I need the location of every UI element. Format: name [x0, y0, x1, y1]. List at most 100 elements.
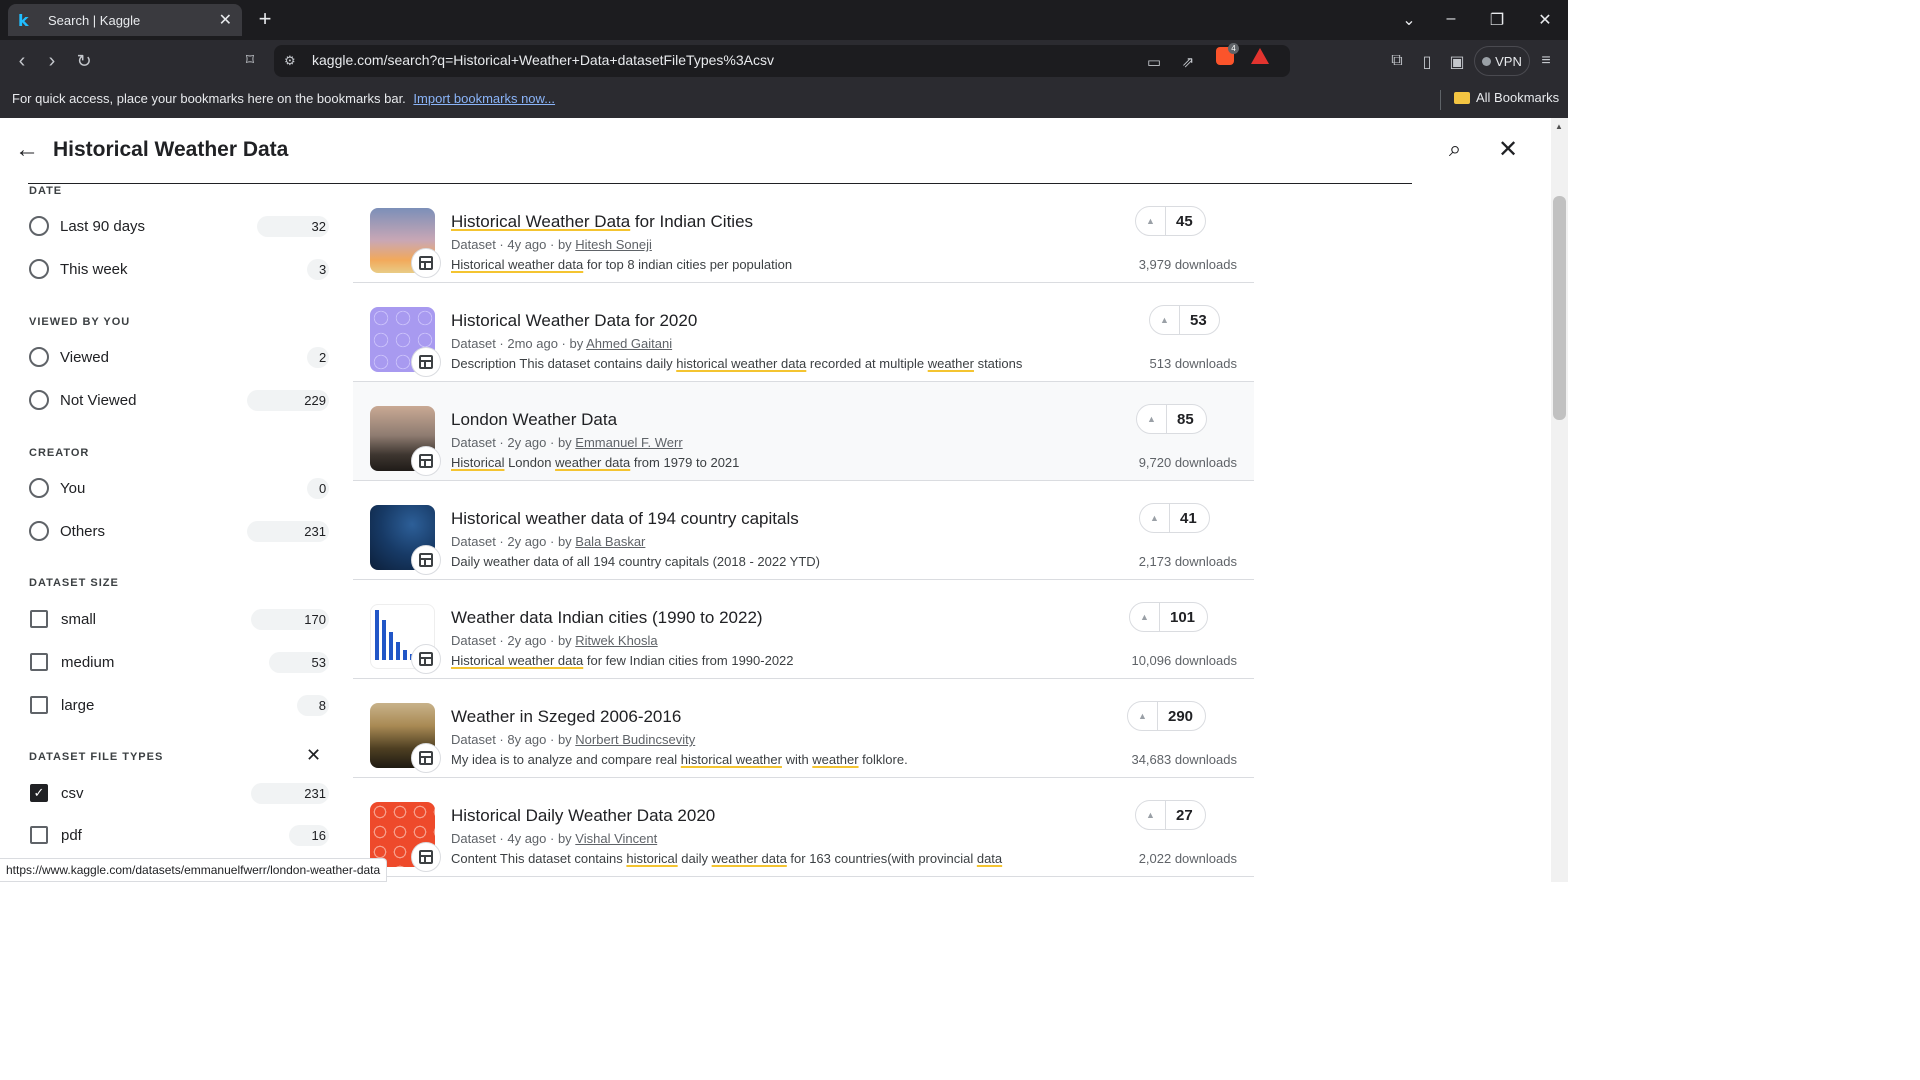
result-title[interactable]: London Weather Data — [451, 410, 617, 430]
upvote-button[interactable]: ▲ 85 — [1136, 404, 1207, 434]
scrollbar-thumb[interactable] — [1553, 196, 1566, 420]
back-nav-icon[interactable]: ‹ — [10, 49, 34, 73]
radio-button[interactable] — [29, 390, 49, 410]
filter-option-last-90-days[interactable]: Last 90 days 32 — [29, 214, 329, 238]
filter-label: small — [61, 610, 97, 628]
vpn-button[interactable]: VPN — [1474, 46, 1530, 76]
close-window-button[interactable]: ✕ — [1535, 10, 1555, 30]
filter-option-viewed[interactable]: Viewed 2 — [29, 345, 329, 369]
upvote-arrow-icon[interactable]: ▲ — [1136, 801, 1166, 829]
upvote-button[interactable]: ▲ 290 — [1127, 701, 1207, 731]
radio-button[interactable] — [29, 259, 49, 279]
upvote-arrow-icon[interactable]: ▲ — [1137, 405, 1167, 433]
result-row[interactable]: Weather data Indian cities (1990 to 2022… — [353, 580, 1254, 679]
result-description: Daily weather data of all 194 country ca… — [451, 554, 821, 569]
filter-option-you[interactable]: You 0 — [29, 476, 329, 500]
radio-button[interactable] — [29, 347, 49, 367]
table-icon — [411, 842, 441, 872]
menu-icon[interactable]: ≡ — [1536, 52, 1556, 70]
restore-button[interactable]: ❐ — [1487, 10, 1507, 30]
result-row[interactable]: Historical Weather Data for Indian Citie… — [353, 184, 1254, 283]
upvote-button[interactable]: ▲ 27 — [1135, 800, 1206, 830]
wallet-icon[interactable]: ▣ — [1447, 52, 1467, 72]
result-description: Historical weather data for top 8 indian… — [451, 257, 793, 272]
all-bookmarks-button[interactable]: All Bookmarks — [1454, 90, 1559, 105]
checkbox[interactable] — [30, 610, 48, 628]
upvote-button[interactable]: ▲ 53 — [1149, 305, 1220, 335]
close-search-icon[interactable]: ✕ — [1494, 135, 1522, 164]
page-scrollbar[interactable]: ▲ — [1551, 118, 1568, 882]
folder-icon — [1454, 91, 1470, 104]
author-link[interactable]: Emmanuel F. Werr — [575, 435, 682, 450]
filter-option-pdf[interactable]: pdf 16 — [29, 823, 329, 847]
result-title[interactable]: Historical weather data of 194 country c… — [451, 509, 799, 529]
back-arrow-icon[interactable]: ← — [14, 136, 40, 164]
cast-icon[interactable]: ▭ — [1144, 53, 1164, 71]
bookmark-icon[interactable]: ⌑ — [238, 49, 262, 73]
filter-option-csv[interactable]: ✓ csv 231 — [29, 781, 329, 805]
checkbox-checked[interactable]: ✓ — [30, 784, 48, 802]
author-link[interactable]: Norbert Budincsevity — [575, 732, 695, 747]
author-link[interactable]: Ritwek Khosla — [575, 633, 657, 648]
upvote-button[interactable]: ▲ 41 — [1139, 503, 1210, 533]
share-icon[interactable]: ⇗ — [1178, 53, 1198, 71]
clear-file-types-icon[interactable]: ✕ — [306, 745, 321, 766]
result-row[interactable]: London Weather Data Dataset · 2y ago · by… — [353, 382, 1254, 481]
forward-nav-icon[interactable]: › — [40, 49, 64, 73]
search-query[interactable]: Historical Weather Data — [53, 138, 288, 162]
result-row[interactable]: Weather in Szeged 2006-2016 Dataset · 8y … — [353, 679, 1254, 778]
filter-option-not-viewed[interactable]: Not Viewed 229 — [29, 388, 329, 412]
upvote-arrow-icon[interactable]: ▲ — [1150, 306, 1180, 334]
result-row[interactable]: Historical Daily Weather Data 2020 Datase… — [353, 778, 1254, 877]
new-tab-button[interactable]: + — [254, 8, 276, 30]
kaggle-search-page: ← Historical Weather Data ⌕ ✕ DATE Last … — [0, 118, 1551, 882]
author-link[interactable]: Vishal Vincent — [575, 831, 657, 846]
result-title[interactable]: Weather data Indian cities (1990 to 2022… — [451, 608, 763, 628]
vpn-status-icon — [1482, 56, 1492, 66]
tab-close-icon[interactable]: ✕ — [219, 10, 232, 30]
result-meta: Dataset · 2y ago · by Bala Baskar — [451, 534, 646, 549]
import-bookmarks-link[interactable]: Import bookmarks now... — [413, 91, 555, 106]
scroll-up-icon[interactable]: ▲ — [1555, 122, 1563, 131]
url-text[interactable]: kaggle.com/search?q=Historical+Weather+D… — [312, 52, 774, 68]
upvote-arrow-icon[interactable]: ▲ — [1130, 603, 1160, 631]
filter-option-others[interactable]: Others 231 — [29, 519, 329, 543]
upvote-arrow-icon[interactable]: ▲ — [1140, 504, 1170, 532]
author-link[interactable]: Bala Baskar — [575, 534, 645, 549]
upvote-arrow-icon[interactable]: ▲ — [1136, 207, 1166, 235]
checkbox[interactable] — [30, 653, 48, 671]
checkbox[interactable] — [30, 826, 48, 844]
search-icon[interactable]: ⌕ — [1441, 136, 1469, 162]
result-title[interactable]: Weather in Szeged 2006-2016 — [451, 707, 681, 727]
filter-option-medium[interactable]: medium 53 — [29, 650, 329, 674]
address-bar[interactable]: ⚙ kaggle.com/search?q=Historical+Weather… — [274, 45, 1290, 77]
filter-option-this-week[interactable]: This week 3 — [29, 257, 329, 281]
sidebar-icon[interactable]: ▯ — [1417, 52, 1437, 72]
upvote-button[interactable]: ▲ 45 — [1135, 206, 1206, 236]
author-link[interactable]: Hitesh Soneji — [575, 237, 652, 252]
filter-count: 2 — [307, 346, 329, 368]
result-row[interactable]: Historical Weather Data for 2020 Dataset … — [353, 283, 1254, 382]
result-title[interactable]: Historical Weather Data for Indian Citie… — [451, 212, 753, 232]
browser-tab[interactable]: k Search | Kaggle ✕ — [8, 4, 242, 36]
brave-rewards-icon[interactable] — [1251, 48, 1269, 64]
site-info-icon[interactable]: ⚙ — [284, 53, 296, 69]
upvote-arrow-icon[interactable]: ▲ — [1128, 702, 1158, 730]
upvote-button[interactable]: ▲ 101 — [1129, 602, 1209, 632]
author-link[interactable]: Ahmed Gaitani — [586, 336, 672, 351]
result-row[interactable]: Historical weather data of 194 country c… — [353, 481, 1254, 580]
radio-button[interactable] — [29, 478, 49, 498]
tab-search-chevron-down-icon[interactable]: ⌄ — [1399, 10, 1419, 30]
thumbnail-bar — [403, 650, 407, 660]
radio-button[interactable] — [29, 521, 49, 541]
minimize-button[interactable]: – — [1441, 10, 1461, 28]
filter-option-large[interactable]: large 8 — [29, 693, 329, 717]
filter-option-small[interactable]: small 170 — [29, 607, 329, 631]
result-title[interactable]: Historical Daily Weather Data 2020 — [451, 806, 715, 826]
radio-button[interactable] — [29, 216, 49, 236]
checkbox[interactable] — [30, 696, 48, 714]
reload-icon[interactable]: ↻ — [72, 49, 96, 73]
extensions-icon[interactable]: ⧉ — [1387, 52, 1407, 70]
bookmarks-bar: For quick access, place your bookmarks h… — [0, 82, 1568, 118]
result-title[interactable]: Historical Weather Data for 2020 — [451, 311, 697, 331]
